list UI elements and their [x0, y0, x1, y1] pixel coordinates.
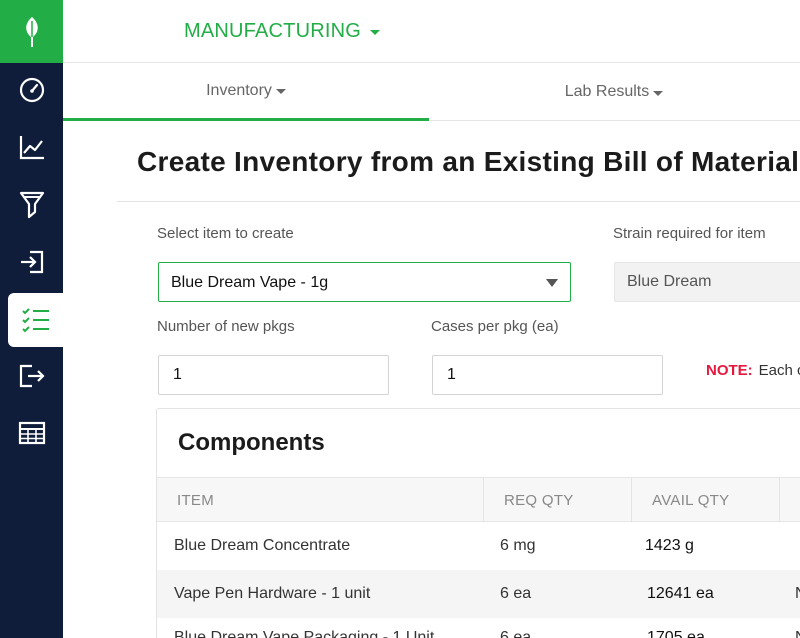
tab-lab-results[interactable]: Lab Results: [429, 63, 799, 121]
table-grid-icon: [18, 421, 45, 445]
strain-field: Blue Dream: [614, 262, 800, 302]
chevron-down-icon: [653, 90, 664, 96]
sidebar-item-transfers[interactable]: [0, 349, 63, 403]
table-row: Blue Dream Vape Packaging - 1 Unit 6 ea …: [157, 618, 800, 638]
note-label: NOTE:: [706, 362, 753, 379]
dashboard-gauge-icon: [19, 77, 44, 103]
strain-label: Strain required for item: [613, 225, 766, 242]
table-row: Vape Pen Hardware - 1 unit 6 ea 12641 ea…: [157, 570, 800, 618]
sign-out-icon: [19, 364, 45, 388]
leaf-icon: [25, 16, 38, 47]
leaf-logo[interactable]: [0, 0, 63, 63]
column-header-item[interactable]: ITEM: [157, 478, 484, 522]
item-select-label: Select item to create: [157, 225, 294, 242]
row-req-qty: 6 mg: [500, 537, 536, 554]
top-header: MANUFACTURING: [63, 0, 800, 63]
row-extra: N: [795, 570, 800, 618]
row-item: Blue Dream Concentrate: [174, 537, 351, 554]
row-avail-qty: 12641 ea: [647, 585, 714, 602]
divider: [117, 201, 800, 202]
table-row: Blue Dream Concentrate 6 mg 1423 g: [157, 522, 800, 570]
chevron-down-icon: [370, 30, 381, 35]
strain-value: Blue Dream: [627, 273, 712, 290]
pkgs-input[interactable]: [158, 355, 389, 395]
row-req-qty: 6 ea: [500, 629, 532, 638]
row-extra: N: [795, 614, 800, 638]
checklist-icon: [21, 308, 49, 333]
components-title: Components: [178, 429, 325, 456]
column-header-req-qty[interactable]: REQ QTY: [484, 478, 632, 522]
sidebar-item-reports[interactable]: [0, 406, 63, 460]
row-item: Blue Dream Vape Packaging - 1 Unit: [174, 629, 435, 638]
tab-bar: Inventory Lab Results: [63, 63, 800, 121]
chevron-down-icon: [275, 89, 286, 94]
sidebar-item-analytics[interactable]: [0, 120, 63, 174]
sidebar-item-filters[interactable]: [0, 178, 63, 232]
row-req-qty: 6 ea: [500, 585, 532, 602]
row-item: Vape Pen Hardware - 1 unit: [174, 585, 371, 602]
dropdown-arrow-icon: [546, 279, 558, 287]
tab-inventory[interactable]: Inventory: [63, 63, 429, 121]
table-header: ITEM REQ QTY AVAIL QTY: [157, 477, 800, 522]
app-module-title: MANUFACTURING: [184, 20, 362, 42]
funnel-filter-icon: [19, 191, 44, 219]
pkgs-label: Number of new pkgs: [157, 318, 295, 335]
row-avail-qty: 1705 ea: [647, 629, 705, 638]
item-select-value: Blue Dream Vape - 1g: [171, 274, 329, 291]
app-module-dropdown[interactable]: MANUFACTURING: [184, 20, 381, 43]
sidebar-item-receive[interactable]: [0, 235, 63, 289]
row-avail-qty: 1423 g: [645, 537, 694, 554]
note-body: Each c: [758, 362, 800, 379]
components-card: Components ITEM REQ QTY AVAIL QTY Blue D…: [156, 408, 800, 638]
sidebar: [0, 0, 63, 638]
note-text: NOTE: Each c: [706, 362, 800, 379]
page-title: Create Inventory from an Existing Bill o…: [137, 146, 800, 177]
item-select[interactable]: Blue Dream Vape - 1g: [158, 262, 571, 302]
sign-in-icon: [20, 250, 43, 274]
sidebar-item-manufacturing[interactable]: [8, 293, 63, 347]
sidebar-item-dashboard[interactable]: [0, 63, 63, 117]
line-chart-icon: [19, 136, 44, 160]
tab-lab-results-label: Lab Results: [564, 83, 650, 100]
tab-inventory-label: Inventory: [206, 81, 272, 99]
cases-input[interactable]: [432, 355, 663, 395]
column-header-avail-qty[interactable]: AVAIL QTY: [632, 478, 780, 522]
cases-label: Cases per pkg (ea): [431, 318, 559, 335]
